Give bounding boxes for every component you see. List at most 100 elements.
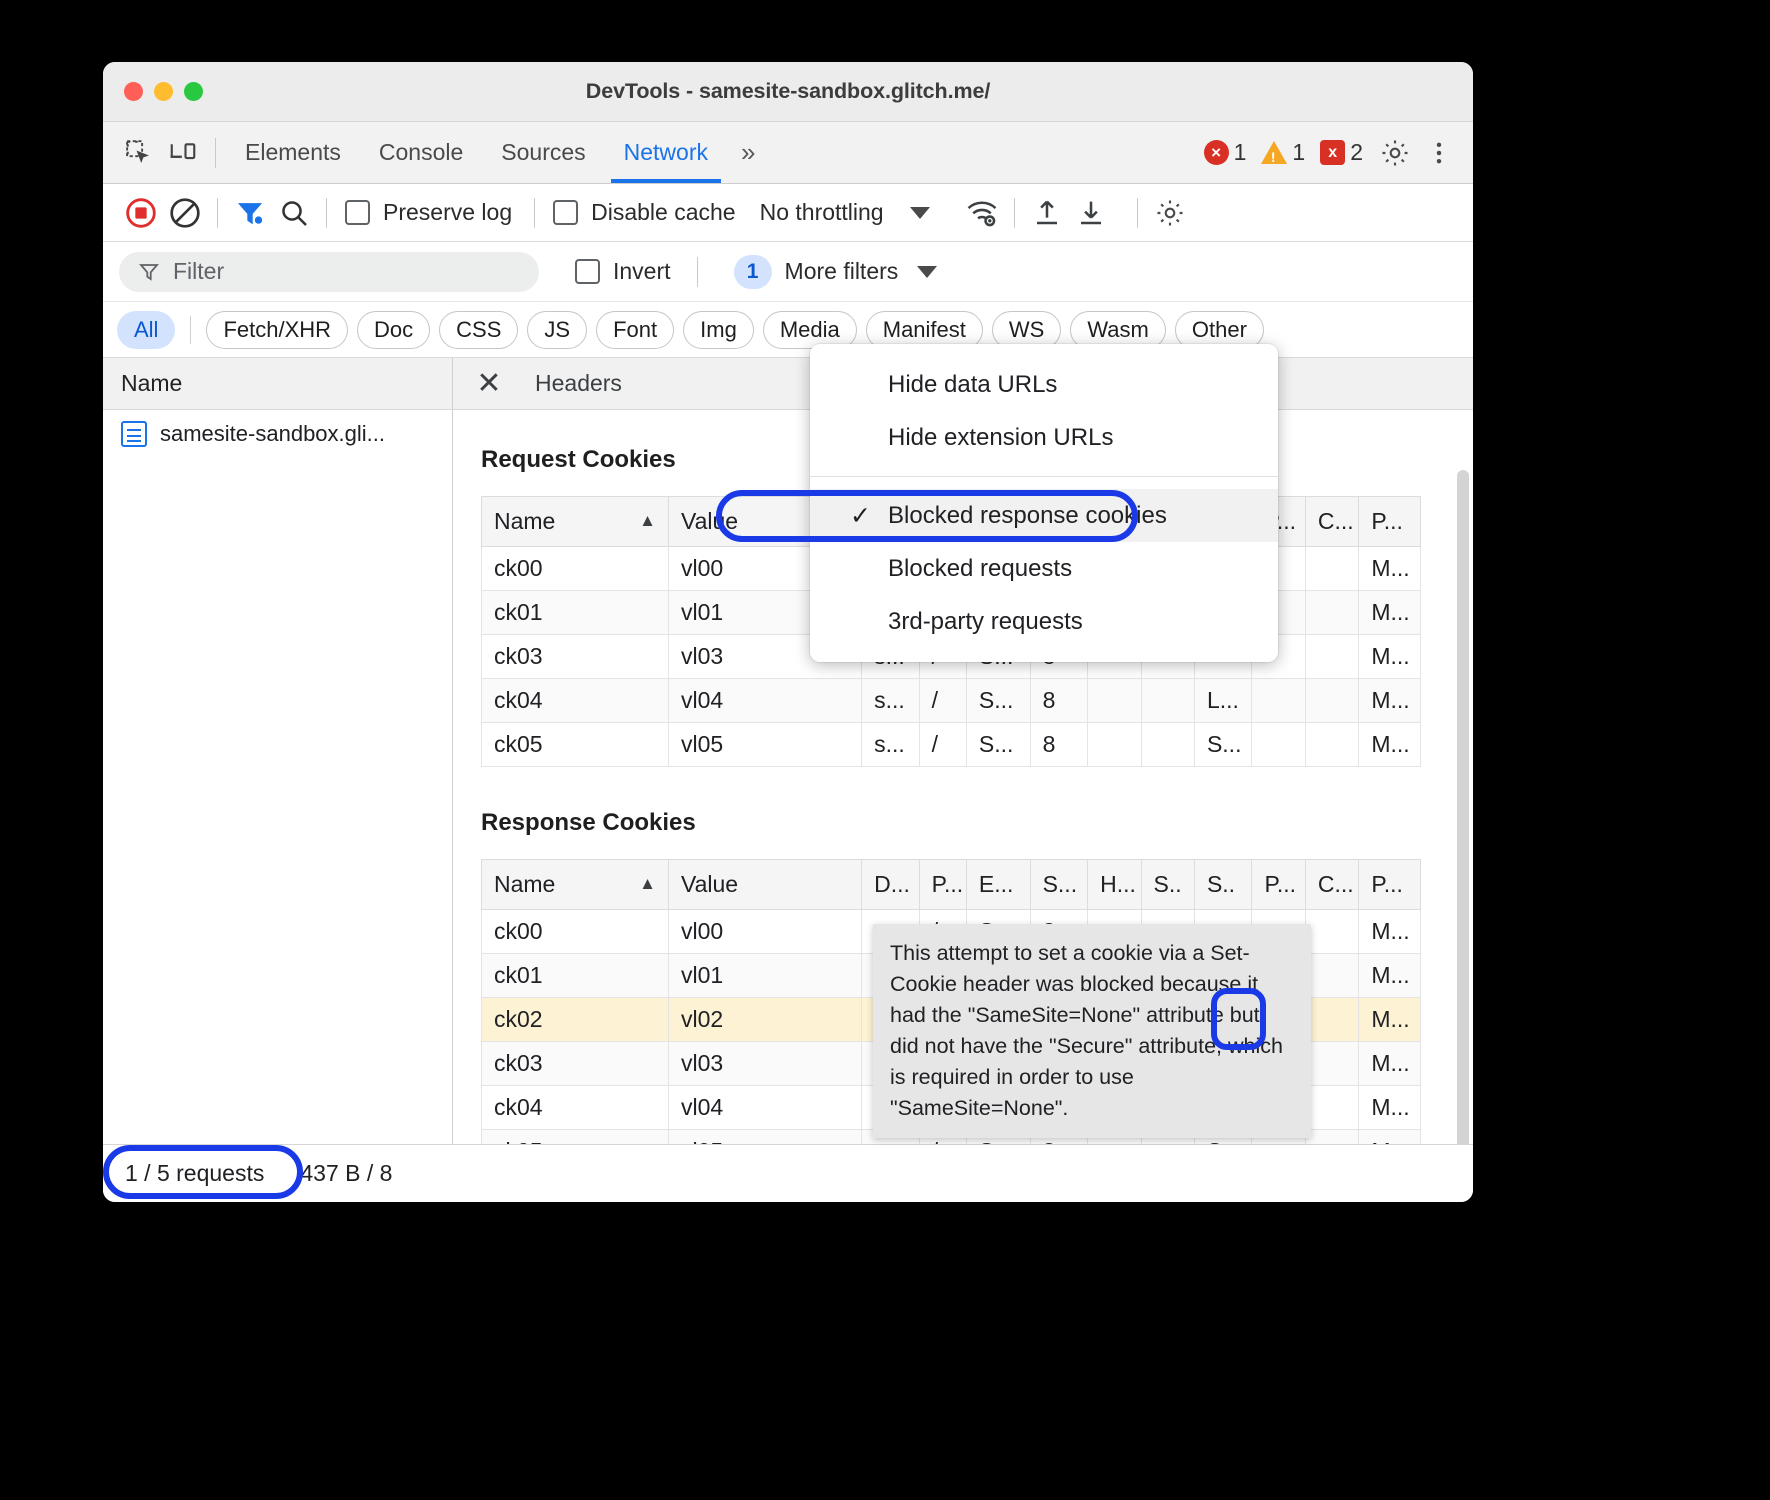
cell-priority: M... — [1359, 591, 1421, 635]
tab-console[interactable]: Console — [360, 122, 482, 183]
type-pill-other[interactable]: Other — [1175, 311, 1264, 349]
tab-headers-label: Headers — [535, 370, 622, 397]
network-toolbar: Preserve log Disable cache No throttling — [103, 184, 1473, 242]
filter-funnel-icon[interactable] — [228, 191, 272, 235]
type-pill-js[interactable]: JS — [527, 311, 587, 349]
col-secure[interactable]: S.. — [1141, 860, 1194, 910]
more-filters-button[interactable]: 1 More filters — [734, 255, 938, 289]
type-pill-wasm[interactable]: Wasm — [1070, 311, 1166, 349]
tab-network[interactable]: Network — [605, 122, 727, 183]
tab-headers[interactable]: Headers — [513, 358, 644, 409]
close-icon[interactable]: ✕ — [465, 358, 513, 409]
list-item[interactable]: samesite-sandbox.gli... — [103, 410, 452, 458]
device-toolbar-icon[interactable] — [161, 131, 205, 175]
col-name[interactable]: Name ▲ — [482, 497, 669, 547]
menu-item-hide-extension-urls-label: Hide extension URLs — [888, 424, 1113, 452]
clear-icon[interactable] — [163, 191, 207, 235]
type-pill-ws-label: WS — [1009, 317, 1044, 343]
sort-ascending-icon: ▲ — [639, 511, 656, 531]
cell-crosssite — [1305, 591, 1358, 635]
menu-item-blocked-requests[interactable]: Blocked requests — [810, 542, 1278, 595]
type-pill-media[interactable]: Media — [763, 311, 857, 349]
type-pill-font[interactable]: Font — [596, 311, 674, 349]
col-domain[interactable]: D... — [862, 860, 920, 910]
invert-checkbox[interactable]: Invert — [575, 258, 671, 285]
col-priority[interactable]: P... — [1359, 860, 1421, 910]
menu-item-hide-data-urls[interactable]: Hide data URLs — [810, 358, 1278, 411]
menu-item-blocked-response-cookies[interactable]: ✓ Blocked response cookies — [810, 489, 1278, 542]
request-list-pane: Name samesite-sandbox.gli... — [103, 358, 453, 1148]
error-icon: × — [1204, 140, 1229, 165]
filter-row: Filter Invert 1 More filters — [103, 242, 1473, 302]
tab-elements-label: Elements — [245, 139, 341, 166]
tab-elements[interactable]: Elements — [226, 122, 360, 183]
cell-name: ck01 — [482, 591, 669, 635]
col-size[interactable]: S... — [1030, 860, 1088, 910]
type-pill-css[interactable]: CSS — [439, 311, 518, 349]
check-icon: ✓ — [850, 501, 871, 531]
type-pill-fetch-xhr[interactable]: Fetch/XHR — [206, 311, 348, 349]
type-pill-doc[interactable]: Doc — [357, 311, 430, 349]
col-priority[interactable]: P... — [1359, 497, 1421, 547]
pill-divider — [190, 316, 191, 344]
issues-count: 2 — [1350, 139, 1363, 166]
invert-box — [575, 259, 600, 284]
col-path[interactable]: P... — [919, 860, 966, 910]
col-name[interactable]: Name ▲ — [482, 860, 669, 910]
import-har-icon[interactable] — [1025, 191, 1069, 235]
inspect-element-icon[interactable] — [117, 131, 161, 175]
type-pill-all-label: All — [134, 317, 158, 343]
cell-priority: M... — [1359, 998, 1421, 1042]
toolbar-divider — [215, 138, 216, 168]
disable-cache-checkbox[interactable]: Disable cache — [553, 199, 735, 226]
cell-value: vl04 — [668, 1086, 861, 1130]
search-icon[interactable] — [272, 191, 316, 235]
type-pill-media-label: Media — [780, 317, 840, 343]
throttling-select-label[interactable]: No throttling — [760, 199, 884, 226]
col-cross-site[interactable]: C... — [1305, 497, 1358, 547]
settings-gear-icon[interactable] — [1373, 131, 1417, 175]
type-pill-other-label: Other — [1192, 317, 1247, 343]
col-samesite[interactable]: S.. — [1194, 860, 1252, 910]
export-har-icon[interactable] — [1069, 191, 1113, 235]
type-pill-manifest[interactable]: Manifest — [866, 311, 983, 349]
cell-httponly — [1088, 723, 1141, 767]
type-pill-ws[interactable]: WS — [992, 311, 1061, 349]
type-pill-img[interactable]: Img — [683, 311, 754, 349]
record-stop-icon[interactable] — [119, 191, 163, 235]
network-conditions-icon[interactable] — [960, 191, 1004, 235]
request-name: samesite-sandbox.gli... — [160, 421, 385, 447]
cell-value: vl03 — [668, 1042, 861, 1086]
cell-samesite: S... — [1194, 723, 1252, 767]
cell-crosssite — [1305, 998, 1358, 1042]
type-pill-js-label: JS — [544, 317, 570, 343]
tab-sources[interactable]: Sources — [482, 122, 604, 183]
more-tabs-icon[interactable]: » — [727, 137, 769, 168]
request-list-header[interactable]: Name — [103, 358, 452, 410]
details-scrollbar[interactable] — [1457, 470, 1469, 1148]
col-value[interactable]: Value — [668, 860, 861, 910]
type-pill-img-label: Img — [700, 317, 737, 343]
menu-item-3rd-party-requests[interactable]: 3rd-party requests — [810, 595, 1278, 648]
tab-network-label: Network — [624, 139, 708, 166]
cell-partition — [1252, 723, 1305, 767]
cell-name: ck04 — [482, 1086, 669, 1130]
search-input[interactable]: Filter — [119, 252, 539, 292]
preserve-log-checkbox[interactable]: Preserve log — [345, 199, 512, 226]
network-settings-gear-icon[interactable] — [1148, 191, 1192, 235]
chevron-down-icon[interactable] — [910, 207, 930, 219]
disable-cache-label: Disable cache — [591, 199, 735, 226]
more-options-icon[interactable] — [1417, 131, 1461, 175]
type-pill-all[interactable]: All — [117, 311, 175, 349]
table-row[interactable]: ck04 vl04 s... / S... 8 L... M... — [482, 679, 1421, 723]
menu-item-hide-extension-urls[interactable]: Hide extension URLs — [810, 411, 1278, 464]
col-cross-site[interactable]: C... — [1305, 860, 1358, 910]
cell-size: 8 — [1030, 679, 1088, 723]
col-partition-key[interactable]: P... — [1252, 860, 1305, 910]
cell-crosssite — [1305, 1042, 1358, 1086]
issue-counters[interactable]: × 1 ! 1 x 2 — [1204, 139, 1363, 166]
col-expires[interactable]: E... — [966, 860, 1030, 910]
scrollbar-thumb[interactable] — [1457, 470, 1469, 1148]
col-httponly[interactable]: H... — [1088, 860, 1141, 910]
table-row[interactable]: ck05 vl05 s... / S... 8 S... M... — [482, 723, 1421, 767]
